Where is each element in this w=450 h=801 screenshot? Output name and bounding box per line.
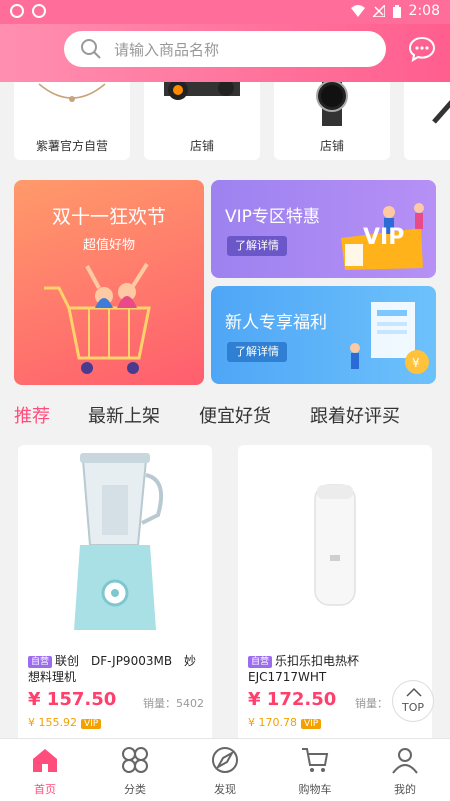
sales-label: 销量： (143, 697, 176, 710)
electric-cup-image (314, 484, 356, 606)
sales-label: 销量： (355, 697, 388, 710)
nav-label: 发现 (214, 783, 236, 796)
nav-discover[interactable]: 发现 (180, 745, 270, 799)
shopping-cart-illustration (44, 262, 151, 374)
nav-home[interactable]: 首页 (0, 745, 90, 799)
product-card[interactable]: 自营 联创 DF-JP9003MB 妙想料理机 ¥ 157.50 销量：5402 … (18, 445, 212, 745)
newcomer-banner[interactable]: 新人专享福利 了解详情 ¥ (211, 286, 436, 384)
cart-icon (302, 748, 329, 772)
banner-title: VIP专区特惠 (225, 207, 320, 227)
nav-category[interactable]: 分类 (90, 745, 180, 799)
self-run-badge: 自营 (28, 656, 53, 668)
bottom-nav: 首页 分类 发现 购物车 我的 (0, 738, 450, 801)
product-price: ¥ 172.50 (248, 689, 337, 710)
nav-cart[interactable]: 购物车 (270, 745, 360, 799)
store-card[interactable]: 店铺 (144, 82, 260, 160)
discover-icon (212, 747, 238, 773)
vip-price-value: ¥ 170.78 (248, 716, 297, 729)
vip-detail-button[interactable]: 了解详情 (227, 236, 287, 256)
promo-banners: 双十一狂欢节 超值好物 VIP专区特惠 了解详情 VIP 新人专享福利 了解详情… (14, 180, 436, 385)
scooter-image (164, 82, 240, 100)
search-icon (81, 39, 101, 59)
nav-label: 购物车 (298, 783, 332, 796)
notification-icons (10, 4, 46, 18)
nav-label: 首页 (34, 783, 56, 796)
product-name: 联创 DF-JP9003MB 妙想料理机 (28, 654, 197, 684)
blender-image (74, 453, 163, 630)
back-to-top-button[interactable]: TOP (392, 680, 434, 722)
signal-off-icon (372, 5, 385, 17)
banner-subtitle: 超值好物 (82, 238, 135, 253)
clock: 2:08 (408, 3, 440, 19)
message-icon[interactable] (408, 35, 436, 63)
vip-price: ¥ 170.78 VIP (248, 716, 322, 729)
notification-icon (32, 4, 46, 18)
home-icon (33, 749, 57, 772)
vip-price: ¥ 155.92 VIP (28, 716, 102, 729)
tab-recommend[interactable]: 推荐 (14, 402, 50, 428)
vip-badge-text: VIP (363, 225, 405, 250)
tab-good-reviews[interactable]: 跟着好评买 (310, 402, 400, 428)
product-sales: 销量：5402 (143, 695, 204, 711)
product-title: 自营 联创 DF-JP9003MB 妙想料理机 (28, 653, 204, 685)
self-run-badge: 自营 (248, 656, 273, 668)
vip-tag: VIP (80, 719, 102, 729)
product-sales: 销量： (355, 695, 388, 711)
nav-label: 分类 (124, 783, 146, 796)
store-card[interactable] (404, 82, 450, 160)
search-input[interactable]: 请输入商品名称 (64, 31, 386, 67)
store-name: 店铺 (189, 139, 214, 153)
tab-cheap[interactable]: 便宜好货 (199, 402, 271, 428)
watch-image (316, 82, 348, 126)
back-to-top-label: TOP (401, 701, 424, 714)
profile-icon (392, 748, 418, 774)
search-placeholder: 请输入商品名称 (114, 41, 220, 59)
wifi-icon (350, 5, 365, 17)
battery-icon (392, 4, 401, 18)
chevron-up-icon (406, 687, 422, 697)
store-name: 店铺 (319, 139, 344, 153)
notification-icon (10, 4, 24, 18)
vip-price-value: ¥ 155.92 (28, 716, 77, 729)
store-name: 紫薯官方自营 (35, 139, 108, 153)
svg-text:¥: ¥ (412, 356, 420, 370)
newcomer-detail-button[interactable]: 了解详情 (227, 342, 287, 362)
double-eleven-banner[interactable]: 双十一狂欢节 超值好物 (14, 180, 204, 385)
sales-count: 5402 (176, 697, 204, 710)
category-icon (122, 747, 148, 773)
treadmill-image (432, 100, 450, 124)
product-price: ¥ 157.50 (28, 689, 117, 710)
newcomer-illustration: ¥ (350, 302, 429, 374)
nav-label: 我的 (394, 783, 416, 796)
necklace-image (38, 83, 106, 102)
vip-tag: VIP (300, 719, 322, 729)
tab-newest[interactable]: 最新上架 (88, 402, 160, 428)
store-card[interactable]: 店铺 (274, 82, 390, 160)
store-list: 紫薯官方自营 店铺 店铺 (0, 82, 450, 162)
header: 请输入商品名称 (0, 24, 450, 82)
nav-profile[interactable]: 我的 (360, 745, 450, 799)
product-title: 自营 乐扣乐扣电热杯EJC1717WHT (248, 653, 424, 685)
status-bar: 2:08 (0, 0, 450, 24)
banner-title: 双十一狂欢节 (51, 206, 166, 228)
category-tabs: 推荐 最新上架 便宜好货 跟着好评买 (0, 400, 450, 432)
banner-title: 新人专享福利 (225, 313, 327, 333)
store-card[interactable]: 紫薯官方自营 (14, 82, 130, 160)
vip-banner[interactable]: VIP专区特惠 了解详情 VIP (211, 180, 436, 278)
